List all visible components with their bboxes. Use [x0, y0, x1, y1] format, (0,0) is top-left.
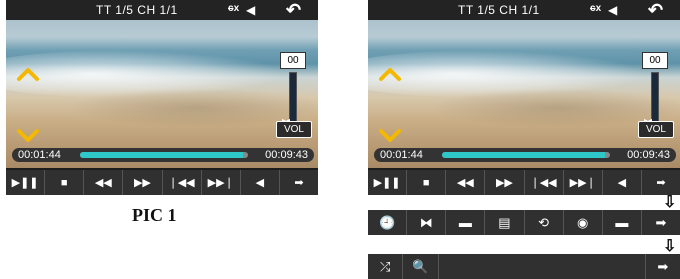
volume-label: VOL — [638, 121, 674, 138]
bowtie-icon: ⧓ — [419, 214, 433, 230]
volume-label: VOL — [276, 121, 312, 138]
chevron-down-icon[interactable] — [378, 123, 402, 147]
eye-button[interactable]: ◉ — [564, 210, 603, 235]
volume-handle[interactable]: ▸◂ — [282, 116, 302, 125]
elapsed-time: 00:01:44 — [380, 149, 423, 161]
more-arrow-icon: ➡ — [656, 177, 666, 189]
previous-icon: ❘◀◀ — [530, 177, 557, 189]
more-arrow-button[interactable]: ➡ — [646, 254, 680, 279]
rewind-icon: ◀◀ — [456, 177, 474, 189]
more-arrow-icon: ➡ — [655, 214, 667, 230]
shuffle-icon: ⤮ — [379, 258, 391, 274]
empty-slot — [439, 254, 646, 279]
progress-bar: 00:01:44 00:09:43 — [374, 148, 676, 162]
clock-button[interactable]: 🕘 — [368, 210, 408, 235]
title-chapter-readout: TT 1/5 CH 1/1 — [458, 3, 540, 17]
subtitle-off-icon[interactable]: cx — [228, 3, 239, 14]
back-icon[interactable]: ↶ — [648, 0, 663, 21]
more-arrow-button[interactable]: ➡ — [642, 210, 680, 235]
seek-bar[interactable] — [80, 152, 248, 158]
mute-icon: ◀ — [255, 177, 265, 189]
back-icon[interactable]: ↶ — [286, 0, 301, 21]
search-icon: 🔍 — [412, 258, 429, 274]
shuffle-button[interactable]: ⤮ — [368, 254, 404, 279]
fast-forward-icon: ▶▶ — [495, 177, 513, 189]
stop-button[interactable]: ■ — [407, 170, 447, 195]
control-bar: ▶❚❚ ■ ◀◀ ▶▶ ❘◀◀ ▶▶❘ ◀ ➡ — [368, 170, 680, 195]
more-arrow-button[interactable]: ➡ — [280, 170, 318, 195]
seek-fill — [80, 152, 243, 158]
clock-icon: 🕘 — [378, 214, 396, 230]
top-status-bar: TT 1/5 CH 1/1 cx ◀ ↶ — [6, 0, 318, 20]
next-icon: ▶▶❘ — [207, 177, 234, 189]
player-screen-2: TT 1/5 CH 1/1 cx ◀ ↶ 00 ▸◂ VOL 00:01:44 … — [368, 0, 680, 195]
speaker-icon[interactable]: ◀ — [246, 3, 255, 17]
fast-forward-button[interactable]: ▶▶ — [123, 170, 163, 195]
more-arrow-icon: ➡ — [294, 177, 304, 189]
previous-button[interactable]: ❘◀◀ — [525, 170, 564, 195]
volume-handle[interactable]: ▸◂ — [644, 116, 664, 125]
video-frame[interactable] — [6, 0, 318, 168]
next-icon: ▶▶❘ — [569, 177, 596, 189]
fast-forward-button[interactable]: ▶▶ — [485, 170, 525, 195]
subtitle-off-icon[interactable]: cx — [590, 3, 601, 14]
folder-button[interactable]: ▬ — [446, 210, 486, 235]
control-bar: ▶❚❚ ■ ◀◀ ▶▶ ❘◀◀ ▶▶❘ ◀ ➡ — [6, 170, 318, 195]
title-doc-button[interactable]: ▤ — [485, 210, 525, 235]
menu-row-2: ⤮ 🔍 ➡ — [368, 254, 680, 279]
next-button[interactable]: ▶▶❘ — [564, 170, 603, 195]
total-time: 00:09:43 — [265, 149, 308, 161]
play-pause-icon: ▶❚❚ — [373, 177, 401, 189]
video-frame[interactable] — [368, 0, 680, 168]
elapsed-time: 00:01:44 — [18, 149, 61, 161]
bowtie-button[interactable]: ⧓ — [407, 210, 447, 235]
play-pause-button[interactable]: ▶❚❚ — [6, 170, 46, 195]
screen-button[interactable]: ▬ — [603, 210, 642, 235]
next-button[interactable]: ▶▶❘ — [202, 170, 241, 195]
player-screen-1: TT 1/5 CH 1/1 cx ◀ ↶ 00 ▸◂ VOL 00:01:44 … — [6, 0, 318, 195]
screen-icon: ▬ — [615, 215, 629, 230]
down-arrow-icon: ⇩ — [663, 194, 677, 211]
volume-value: 00 — [642, 52, 668, 69]
eye-icon: ◉ — [577, 214, 589, 230]
title-chapter-readout: TT 1/5 CH 1/1 — [96, 3, 178, 17]
search-button[interactable]: 🔍 — [403, 254, 439, 279]
play-pause-button[interactable]: ▶❚❚ — [368, 170, 408, 195]
stop-button[interactable]: ■ — [45, 170, 85, 195]
mute-button[interactable]: ◀ — [603, 170, 642, 195]
chevron-up-icon[interactable] — [378, 63, 402, 87]
volume-value: 00 — [280, 52, 306, 69]
title-doc-icon: ▤ — [498, 214, 511, 230]
chevron-up-icon[interactable] — [16, 63, 40, 87]
stop-icon: ■ — [422, 176, 430, 189]
seek-fill — [442, 152, 605, 158]
progress-bar: 00:01:44 00:09:43 — [12, 148, 314, 162]
figure-label: PIC 1 — [132, 205, 177, 225]
seek-bar[interactable] — [442, 152, 610, 158]
down-arrow-icon: ⇩ — [663, 238, 677, 255]
total-time: 00:09:43 — [627, 149, 670, 161]
previous-button[interactable]: ❘◀◀ — [163, 170, 202, 195]
repeat-button[interactable]: ⟲ — [525, 210, 564, 235]
rewind-icon: ◀◀ — [94, 177, 112, 189]
menu-row-1: 🕘 ⧓ ▬ ▤ ⟲ ◉ ▬ ➡ — [368, 210, 680, 235]
stop-icon: ■ — [60, 176, 68, 189]
speaker-icon[interactable]: ◀ — [608, 3, 617, 17]
mute-icon: ◀ — [617, 177, 627, 189]
more-arrow-icon: ➡ — [657, 258, 669, 274]
rewind-button[interactable]: ◀◀ — [446, 170, 486, 195]
play-pause-icon: ▶❚❚ — [11, 177, 39, 189]
chevron-down-icon[interactable] — [16, 123, 40, 147]
rewind-button[interactable]: ◀◀ — [84, 170, 124, 195]
previous-icon: ❘◀◀ — [168, 177, 195, 189]
mute-button[interactable]: ◀ — [241, 170, 280, 195]
fast-forward-icon: ▶▶ — [133, 177, 151, 189]
repeat-icon: ⟲ — [538, 214, 550, 230]
folder-icon: ▬ — [458, 215, 472, 230]
top-status-bar: TT 1/5 CH 1/1 cx ◀ ↶ — [368, 0, 680, 20]
